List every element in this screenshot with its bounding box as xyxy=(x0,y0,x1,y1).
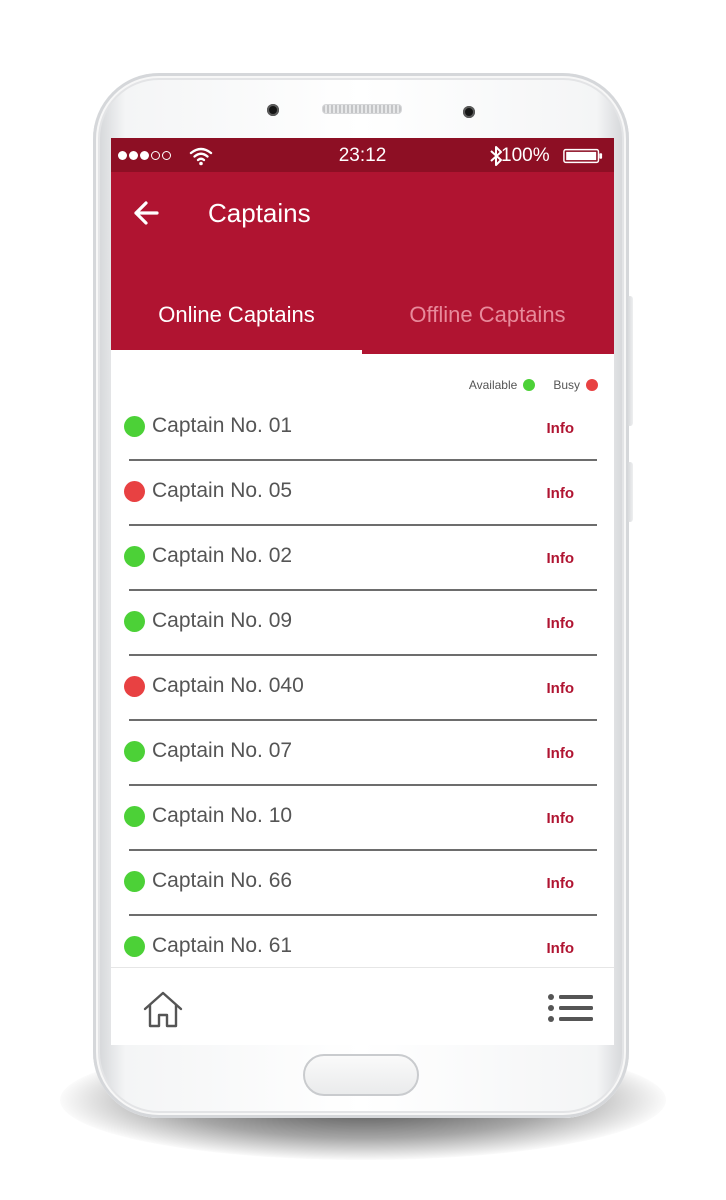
list-item[interactable]: Captain No. 05 Info xyxy=(111,461,614,526)
status-legend: Available Busy xyxy=(469,378,598,392)
app-bar: Captains Online Captains Offline Captain… xyxy=(111,172,614,354)
front-sensor xyxy=(463,106,475,118)
phone-screen: 23:12 100% Captains Online Captains Offl… xyxy=(111,138,614,1045)
list-item[interactable]: Captain No. 10 Info xyxy=(111,786,614,851)
available-status-dot xyxy=(124,936,145,957)
captains-list: Captain No. 01 Info Captain No. 05 Info Capt… xyxy=(111,396,614,981)
available-status-dot xyxy=(124,806,145,827)
list-item[interactable]: Captain No. 66 Info xyxy=(111,851,614,916)
earpiece-speaker xyxy=(322,104,402,114)
info-link[interactable]: Info xyxy=(547,420,575,437)
captain-name: Captain No. 07 xyxy=(152,739,293,762)
info-link[interactable]: Info xyxy=(547,615,575,632)
busy-status-dot xyxy=(124,676,145,697)
available-status-dot xyxy=(124,546,145,567)
info-link[interactable]: Info xyxy=(547,875,575,892)
info-link[interactable]: Info xyxy=(547,810,575,827)
captain-name: Captain No. 66 xyxy=(152,869,293,892)
legend-busy-label: Busy xyxy=(553,378,580,392)
info-link[interactable]: Info xyxy=(547,745,575,762)
legend-available-dot xyxy=(523,379,536,391)
battery-percentage: 100% xyxy=(501,145,550,166)
available-status-dot xyxy=(124,611,145,632)
front-camera xyxy=(267,104,279,116)
info-link[interactable]: Info xyxy=(547,485,575,502)
list-item[interactable]: Captain No. 02 Info xyxy=(111,526,614,591)
battery-icon xyxy=(563,148,603,164)
captain-name: Captain No. 10 xyxy=(152,804,293,827)
info-link[interactable]: Info xyxy=(547,550,575,567)
tab-offline-captains[interactable]: Offline Captains xyxy=(362,302,613,328)
list-item[interactable]: Captain No. 07 Info xyxy=(111,721,614,786)
home-icon[interactable] xyxy=(142,990,184,1028)
active-tab-indicator xyxy=(111,350,362,354)
list-item[interactable]: Captain No. 040 Info xyxy=(111,656,614,721)
hardware-home-button[interactable] xyxy=(303,1054,419,1096)
power-button xyxy=(627,462,633,522)
available-status-dot xyxy=(124,871,145,892)
info-link[interactable]: Info xyxy=(547,940,575,957)
list-item[interactable]: Captain No. 01 Info xyxy=(111,396,614,461)
info-link[interactable]: Info xyxy=(547,680,575,697)
legend-busy-dot xyxy=(586,379,598,391)
status-bar: 23:12 100% xyxy=(111,138,614,172)
available-status-dot xyxy=(124,741,145,762)
list-item[interactable]: Captain No. 09 Info xyxy=(111,591,614,656)
menu-list-icon[interactable] xyxy=(547,993,595,1023)
legend-available-label: Available xyxy=(468,378,518,392)
page-title: Captains xyxy=(208,198,311,228)
busy-status-dot xyxy=(124,481,145,502)
available-status-dot xyxy=(124,416,145,437)
tab-online-captains[interactable]: Online Captains xyxy=(111,302,362,328)
captain-name: Captain No. 09 xyxy=(152,609,293,632)
arrow-left-icon[interactable] xyxy=(131,198,161,228)
captain-name: Captain No. 02 xyxy=(152,544,293,567)
volume-up-button xyxy=(627,296,633,426)
captain-name: Captain No. 61 xyxy=(152,934,293,957)
captain-name: Captain No. 040 xyxy=(152,674,304,697)
captain-name: Captain No. 05 xyxy=(152,479,293,502)
captain-name: Captain No. 01 xyxy=(152,414,293,437)
bottom-nav xyxy=(111,967,614,1045)
